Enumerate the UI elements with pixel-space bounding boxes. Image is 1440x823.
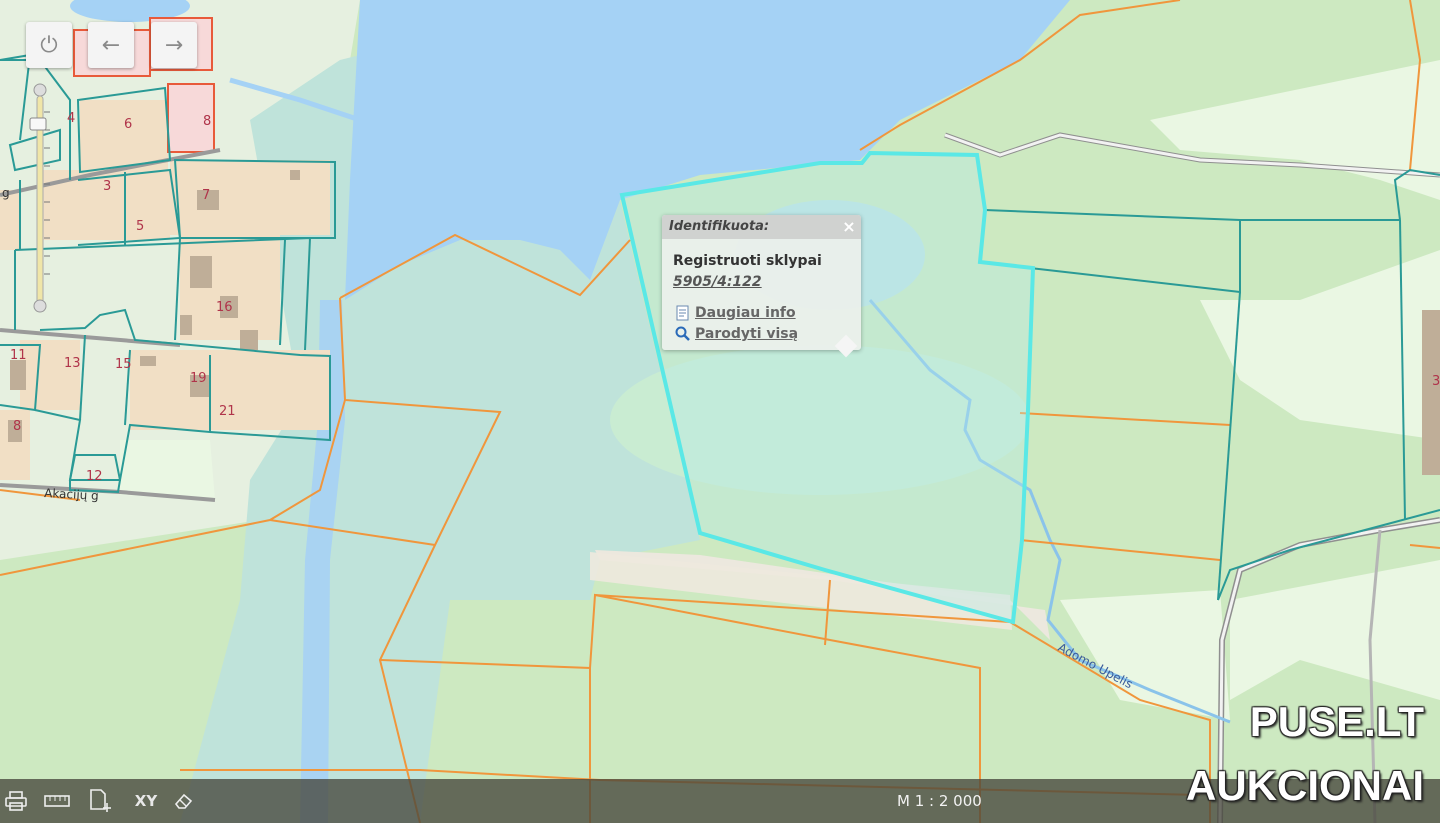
eraser-icon (174, 793, 193, 809)
add-document-icon (90, 789, 111, 812)
xy-icon: XY (134, 792, 158, 810)
print-button[interactable] (4, 789, 28, 813)
add-document-button[interactable] (88, 789, 112, 813)
ruler-icon (44, 795, 70, 807)
document-icon (676, 305, 689, 321)
popup-layer-name: Registruoti sklypai (673, 253, 822, 269)
eraser-button[interactable] (172, 789, 194, 813)
parcel-number: 15 (115, 357, 132, 372)
watermark-line2: AUKCIONAI (1186, 762, 1424, 809)
parcel-number: 13 (64, 356, 81, 371)
print-icon (5, 791, 27, 811)
popup-title: Identifikuota: (669, 219, 770, 234)
power-button[interactable]: ⏻ (26, 22, 72, 68)
map-canvas[interactable]: 6 8 4 3 7 5 16 11 13 15 19 21 8 12 3 Aka… (0, 0, 1440, 823)
arrow-left-icon: ← (101, 32, 121, 58)
parcel-number: 4 (67, 111, 75, 126)
show-all-link[interactable]: Parodyti visą (675, 326, 798, 342)
more-info-label: Daugiau info (695, 305, 796, 321)
zoom-handle[interactable] (29, 117, 47, 131)
parcel-number: 19 (190, 371, 207, 386)
forward-button[interactable]: → (151, 22, 197, 68)
parcel-id-link[interactable]: 5905/4:122 (673, 274, 762, 290)
scale-indicator: M 1 : 2 000 (897, 792, 982, 810)
parcel-number: 3 (1432, 374, 1440, 389)
parcel-number: 3 (103, 179, 111, 194)
close-icon[interactable]: × (841, 215, 857, 239)
parcel-number: 7 (202, 188, 210, 203)
parcel-number: 21 (219, 404, 236, 419)
back-button[interactable]: ← (88, 22, 134, 68)
zoom-slider[interactable] (28, 82, 52, 314)
parcel-number: 8 (203, 114, 211, 129)
watermark-line1: PUSE.LT (1249, 698, 1424, 745)
parcel-number: 6 (124, 117, 132, 132)
magnifier-icon (675, 326, 690, 341)
parcel-number: 12 (86, 469, 103, 484)
power-icon: ⏻ (40, 32, 58, 58)
measure-button[interactable] (43, 789, 71, 813)
more-info-link[interactable]: Daugiau info (675, 305, 796, 321)
parcel-number: 16 (216, 300, 233, 315)
show-all-label: Parodyti visą (695, 326, 799, 342)
arrow-right-icon: → (164, 32, 184, 58)
identify-popup: Identifikuota: × Registruoti sklypai 590… (662, 215, 861, 358)
street-label: Akacijų g (44, 486, 99, 503)
parcel-number: 5 (136, 219, 144, 234)
parcel-number: 8 (13, 419, 21, 434)
street-label: g (2, 186, 10, 200)
popup-header: Identifikuota: × (662, 215, 861, 239)
parcel-number: 11 (10, 348, 27, 363)
xy-button[interactable]: XY (133, 789, 159, 813)
